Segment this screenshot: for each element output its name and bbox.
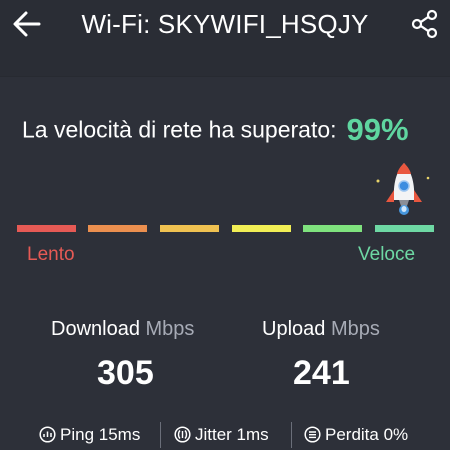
packet-loss-icon xyxy=(304,426,321,443)
result-percentage: 99% xyxy=(346,112,409,147)
download-label-text: Download xyxy=(51,318,140,340)
jitter-stat: Jitter 1ms xyxy=(174,425,269,447)
packet-loss-text: Perdita 0% xyxy=(325,425,409,444)
speed-segment-1 xyxy=(17,225,76,232)
download-unit: Mbps xyxy=(145,318,195,340)
share-icon xyxy=(411,9,438,39)
upload-value: 241 xyxy=(293,354,350,392)
download-value: 305 xyxy=(97,354,154,392)
page-title: Wi-Fi: SKYWIFI_HSQJY xyxy=(81,9,369,39)
speed-segment-2 xyxy=(88,225,147,232)
slow-label: Lento xyxy=(27,244,75,265)
rocket-icon xyxy=(376,163,430,215)
ping-stat: Ping 15ms xyxy=(39,425,140,447)
ping-icon xyxy=(39,426,56,443)
download-label: Download Mbps xyxy=(51,318,194,341)
speed-segment-5 xyxy=(303,225,362,232)
speed-segment-4 xyxy=(232,225,291,232)
divider xyxy=(160,422,161,448)
fast-label: Veloce xyxy=(358,244,416,265)
jitter-text: Jitter 1ms xyxy=(195,425,269,444)
jitter-icon xyxy=(174,426,191,443)
top-bar: Wi-Fi: SKYWIFI_HSQJY xyxy=(0,0,450,77)
speed-result: La velocità di rete ha superato: 99% xyxy=(22,112,442,148)
upload-unit: Mbps xyxy=(330,318,380,340)
result-text: La velocità di rete ha superato: xyxy=(22,116,337,143)
packet-loss-stat: Perdita 0% xyxy=(304,425,408,447)
share-button[interactable] xyxy=(411,9,439,39)
upload-label: Upload Mbps xyxy=(262,318,380,341)
speed-segment-3 xyxy=(160,225,219,232)
upload-label-text: Upload xyxy=(262,318,326,340)
divider xyxy=(291,422,292,448)
ping-text: Ping 15ms xyxy=(60,425,141,444)
speed-segment-6 xyxy=(375,225,434,232)
